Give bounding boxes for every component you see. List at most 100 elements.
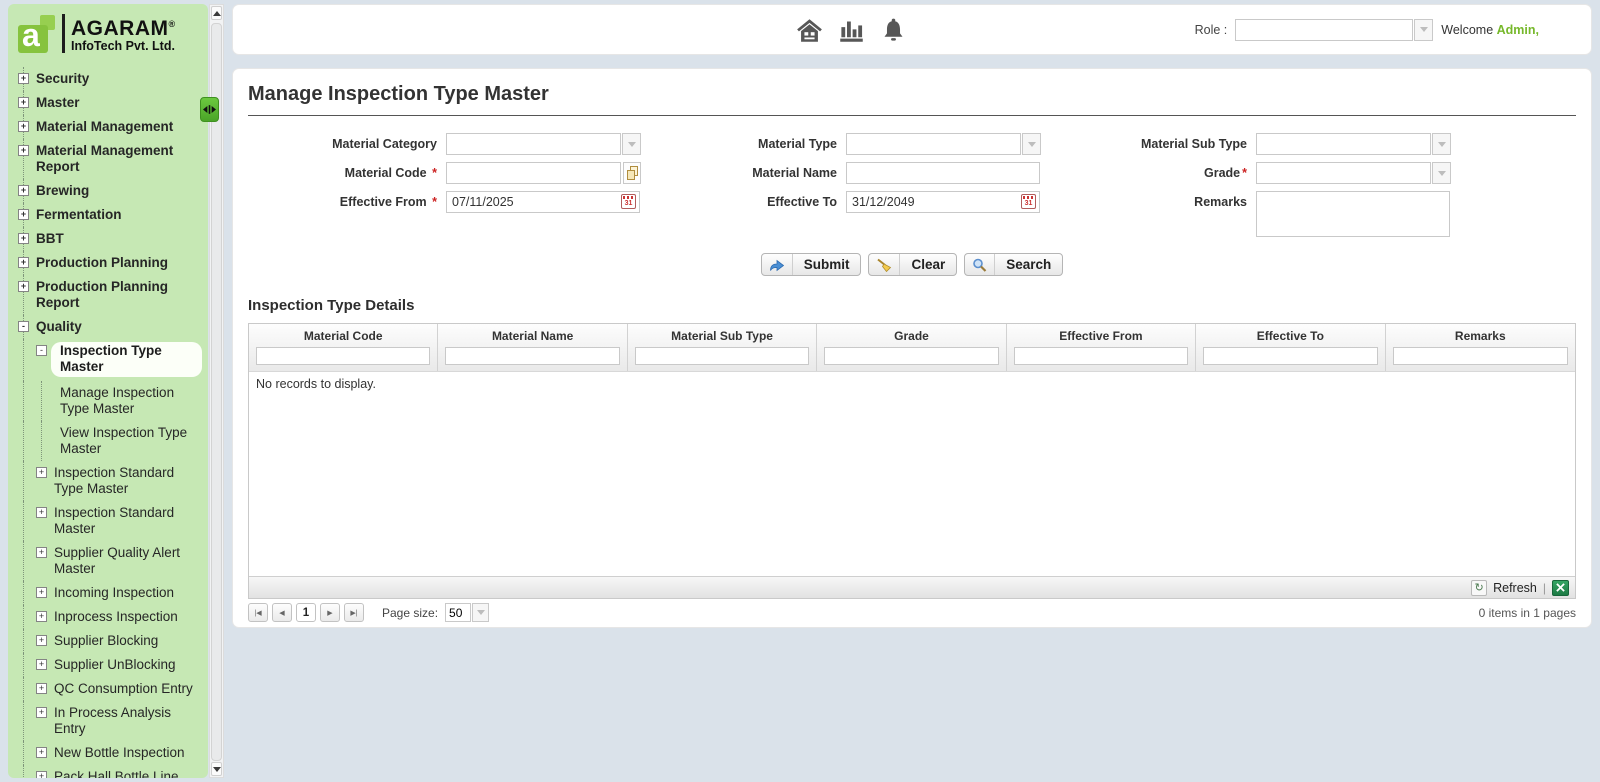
filter-input-effective-from[interactable] bbox=[1014, 347, 1188, 365]
sidebar-item-inprocess-inspection[interactable]: +Inprocess Inspection bbox=[8, 605, 208, 629]
items-summary: 0 items in 1 pages bbox=[1479, 606, 1576, 620]
material-type-input[interactable] bbox=[846, 133, 1021, 155]
pager-page-1-button[interactable]: 1 bbox=[296, 603, 316, 622]
pager-prev-button[interactable]: ◀ bbox=[272, 603, 292, 622]
sidebar-item-material-management-report[interactable]: +Material Management Report bbox=[8, 139, 208, 179]
expand-plus-icon[interactable]: + bbox=[36, 587, 47, 598]
expand-plus-icon[interactable]: + bbox=[36, 707, 47, 718]
expand-plus-icon[interactable]: + bbox=[18, 73, 29, 84]
sidebar-item-inspection-standard-master[interactable]: +Inspection Standard Master bbox=[8, 501, 208, 541]
remarks-textarea[interactable] bbox=[1256, 191, 1450, 237]
pager-next-button[interactable]: ▶ bbox=[320, 603, 340, 622]
sidebar-item-inspection-type-master[interactable]: -Inspection Type Master bbox=[8, 339, 208, 381]
sidebar-item-supplier-quality-alert-master[interactable]: +Supplier Quality Alert Master bbox=[8, 541, 208, 581]
effective-from-input[interactable] bbox=[446, 191, 640, 213]
material-sub-type-input[interactable] bbox=[1256, 133, 1431, 155]
expand-plus-icon[interactable]: + bbox=[36, 611, 47, 622]
calendar-icon[interactable]: 31 bbox=[1021, 194, 1036, 209]
sidebar-item-quality[interactable]: -Quality bbox=[8, 315, 208, 339]
submit-button[interactable]: Submit bbox=[761, 253, 862, 276]
sidebar-item-security[interactable]: +Security bbox=[8, 67, 208, 91]
material-name-input[interactable] bbox=[846, 162, 1040, 184]
expand-plus-icon[interactable]: + bbox=[36, 547, 47, 558]
sidebar-item-in-process-analysis-entry[interactable]: +In Process Analysis Entry bbox=[8, 701, 208, 741]
column-header-grade: Grade bbox=[817, 324, 1006, 371]
clear-button[interactable]: Clear bbox=[868, 253, 957, 276]
refresh-button[interactable]: Refresh bbox=[1493, 581, 1537, 595]
sidebar-item-qc-consumption-entry[interactable]: +QC Consumption Entry bbox=[8, 677, 208, 701]
material-type-label: Material Type bbox=[648, 133, 846, 151]
filter-input-remarks[interactable] bbox=[1393, 347, 1568, 365]
page-size-input[interactable] bbox=[445, 603, 471, 622]
pager-first-button[interactable]: |◀ bbox=[248, 603, 268, 622]
chevron-down-icon[interactable] bbox=[1022, 133, 1041, 155]
chevron-down-icon[interactable] bbox=[622, 133, 641, 155]
expand-plus-icon[interactable]: + bbox=[36, 747, 47, 758]
sidebar-collapse-handle[interactable] bbox=[200, 97, 219, 122]
sidebar-item-incoming-inspection[interactable]: +Incoming Inspection bbox=[8, 581, 208, 605]
clear-label: Clear bbox=[900, 254, 956, 275]
agaram-logo-mark: a bbox=[18, 15, 60, 53]
filter-input-material-name[interactable] bbox=[445, 347, 619, 365]
expand-plus-icon[interactable]: + bbox=[18, 209, 29, 220]
export-excel-icon[interactable] bbox=[1552, 580, 1569, 596]
lookup-icon[interactable] bbox=[623, 162, 641, 184]
expand-plus-icon[interactable]: + bbox=[36, 659, 47, 670]
column-label: Remarks bbox=[1393, 329, 1568, 343]
refresh-icon[interactable]: ↻ bbox=[1471, 580, 1487, 596]
expand-plus-icon[interactable]: + bbox=[36, 507, 47, 518]
expand-plus-icon[interactable]: + bbox=[36, 683, 47, 694]
chevron-down-icon[interactable] bbox=[1432, 133, 1451, 155]
sidebar-item-manage-inspection-type-master[interactable]: Manage Inspection Type Master bbox=[8, 381, 208, 421]
role-select[interactable] bbox=[1235, 19, 1413, 41]
chevron-down-icon[interactable] bbox=[472, 603, 489, 622]
sidebar-item-bbt[interactable]: +BBT bbox=[8, 227, 208, 251]
sidebar-item-production-planning[interactable]: +Production Planning bbox=[8, 251, 208, 275]
expand-plus-icon[interactable]: + bbox=[18, 233, 29, 244]
expand-plus-icon[interactable]: + bbox=[36, 771, 47, 778]
expand-plus-icon[interactable]: + bbox=[18, 121, 29, 132]
sidebar-item-production-planning-report[interactable]: +Production Planning Report bbox=[8, 275, 208, 315]
collapse-minus-icon[interactable]: - bbox=[18, 321, 29, 332]
effective-to-input[interactable] bbox=[846, 191, 1040, 213]
sidebar-item-fermentation[interactable]: +Fermentation bbox=[8, 203, 208, 227]
pager-last-button[interactable]: ▶| bbox=[344, 603, 364, 622]
collapse-minus-icon[interactable]: - bbox=[36, 345, 47, 356]
sidebar-item-label: Supplier UnBlocking bbox=[54, 657, 176, 673]
filter-input-grade[interactable] bbox=[824, 347, 998, 365]
filter-input-material-sub-type[interactable] bbox=[635, 347, 809, 365]
sidebar-item-new-bottle-inspection[interactable]: +New Bottle Inspection bbox=[8, 741, 208, 765]
search-button[interactable]: Search bbox=[964, 253, 1063, 276]
sidebar-item-pack-hall-bottle-line-audit-entry[interactable]: +Pack Hall Bottle Line Audit Entry bbox=[8, 765, 208, 778]
sidebar-item-supplier-blocking[interactable]: +Supplier Blocking bbox=[8, 629, 208, 653]
material-category-input[interactable] bbox=[446, 133, 621, 155]
bell-icon[interactable] bbox=[880, 17, 907, 44]
grade-input[interactable] bbox=[1256, 162, 1431, 184]
sidebar-item-material-management[interactable]: +Material Management bbox=[8, 115, 208, 139]
scroll-up-button[interactable] bbox=[211, 6, 222, 20]
sidebar-item-supplier-unblocking[interactable]: + Supplier UnBlocking bbox=[8, 653, 208, 677]
sidebar-item-master[interactable]: +Master bbox=[8, 91, 208, 115]
expand-plus-icon[interactable]: + bbox=[18, 145, 29, 156]
chart-icon[interactable] bbox=[838, 17, 865, 44]
chevron-down-icon[interactable] bbox=[1432, 162, 1451, 184]
sidebar-item-label: Inspection Standard Type Master bbox=[54, 465, 202, 497]
chevron-down-icon[interactable] bbox=[1414, 19, 1433, 41]
calendar-icon[interactable]: 31 bbox=[621, 194, 636, 209]
home-icon[interactable] bbox=[796, 17, 823, 44]
filter-input-material-code[interactable] bbox=[256, 347, 430, 365]
filter-input-effective-to[interactable] bbox=[1203, 347, 1377, 365]
scroll-down-button[interactable] bbox=[211, 762, 222, 776]
material-code-input[interactable] bbox=[446, 162, 621, 184]
expand-plus-icon[interactable]: + bbox=[36, 467, 47, 478]
expand-plus-icon[interactable]: + bbox=[18, 281, 29, 292]
column-label: Grade bbox=[824, 329, 998, 343]
expand-plus-icon[interactable]: + bbox=[36, 635, 47, 646]
sidebar-item-inspection-standard-type-master[interactable]: + Inspection Standard Type Master bbox=[8, 461, 208, 501]
expand-plus-icon[interactable]: + bbox=[18, 257, 29, 268]
sidebar-item-brewing[interactable]: +Brewing bbox=[8, 179, 208, 203]
expand-plus-icon[interactable]: + bbox=[18, 185, 29, 196]
expand-plus-icon[interactable]: + bbox=[18, 97, 29, 108]
sidebar-item-view-inspection-type-master[interactable]: View Inspection Type Master bbox=[8, 421, 208, 461]
scrollbar-thumb[interactable] bbox=[211, 23, 222, 761]
